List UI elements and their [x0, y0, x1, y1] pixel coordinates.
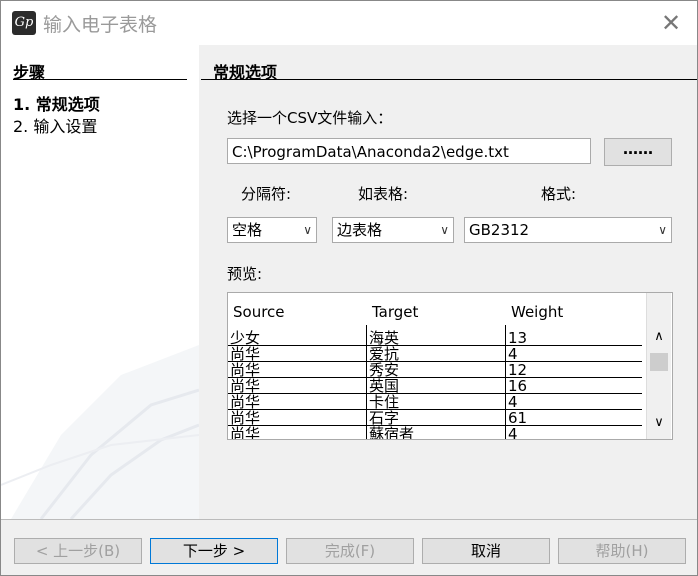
- scroll-down-arrow-icon[interactable]: ∨: [647, 415, 671, 435]
- preview-label: 预览:: [227, 265, 263, 283]
- column-header-source: Source: [233, 303, 285, 321]
- row-divider: [228, 361, 642, 362]
- table-cell: 4: [508, 345, 518, 363]
- format-label: 格式:: [541, 185, 577, 203]
- separator-select-value: 空格: [232, 221, 263, 239]
- close-button[interactable]: ✕: [653, 7, 689, 39]
- table-cell: 卡住: [369, 393, 400, 411]
- table-cell: 4: [508, 425, 518, 440]
- chevron-down-icon: ∨: [658, 223, 667, 237]
- cancel-button[interactable]: 取消: [422, 538, 550, 564]
- steps-panel: 步骤 1. 常规选项 2. 输入设置: [1, 45, 199, 519]
- finish-button[interactable]: 完成(F): [286, 538, 414, 564]
- table-cell: 尚华: [230, 425, 261, 440]
- steps-divider: [13, 79, 187, 80]
- column-header-target: Target: [372, 303, 419, 321]
- title-bar: Gp 输入电子表格 ✕: [1, 1, 697, 45]
- sheet-select[interactable]: 边表格 ∨: [332, 217, 454, 243]
- table-cell: 16: [508, 377, 528, 395]
- row-divider: [228, 345, 642, 346]
- sheet-label: 如表格:: [358, 185, 409, 203]
- scroll-thumb[interactable]: [650, 353, 668, 371]
- table-cell: 61: [508, 409, 528, 427]
- table-cell: 少女: [230, 329, 261, 347]
- csv-file-label: 选择一个CSV文件输入：: [227, 109, 393, 127]
- row-divider: [228, 377, 642, 378]
- scroll-up-arrow-icon[interactable]: ∧: [647, 329, 671, 349]
- table-cell: 秀安: [369, 361, 400, 379]
- next-button[interactable]: 下一步 >: [150, 538, 278, 564]
- column-header-weight: Weight: [511, 303, 564, 321]
- window-title: 输入电子表格: [43, 14, 158, 36]
- section-divider: [201, 79, 697, 80]
- table-cell: 尚华: [230, 409, 261, 427]
- column-divider: [366, 325, 367, 439]
- format-select-value: GB2312: [469, 221, 530, 239]
- table-cell: 石字: [369, 409, 400, 427]
- table-cell: 4: [508, 393, 518, 411]
- chevron-down-icon: ∨: [303, 223, 312, 237]
- app-logo-icon: Gp: [12, 11, 36, 35]
- separator-select[interactable]: 空格 ∨: [227, 217, 317, 243]
- format-select[interactable]: GB2312 ∨: [464, 217, 672, 243]
- general-options-panel: 常规选项 选择一个CSV文件输入： C:\ProgramData\Anacond…: [201, 45, 697, 519]
- row-divider: [228, 409, 642, 410]
- step-general-options: 1. 常规选项: [13, 95, 100, 114]
- chevron-down-icon: ∨: [440, 223, 449, 237]
- preview-scrollbar[interactable]: ∧ ∨: [646, 293, 671, 439]
- browse-button[interactable]: ……: [604, 138, 672, 166]
- table-cell: 蘇宿者: [369, 425, 415, 440]
- csv-path-input[interactable]: C:\ProgramData\Anaconda2\edge.txt: [227, 138, 591, 164]
- row-divider: [228, 393, 642, 394]
- sheet-select-value: 边表格: [337, 221, 383, 239]
- table-cell: 13: [508, 329, 528, 347]
- table-cell: 海英: [369, 329, 400, 347]
- table-cell: 尚华: [230, 377, 261, 395]
- table-cell: 12: [508, 361, 528, 379]
- preview-table: Source Target Weight 少女 海英 13 尚华 爱抗 4 尚华…: [227, 292, 673, 440]
- table-cell: 尚华: [230, 345, 261, 363]
- prev-button[interactable]: < 上一步(B): [14, 538, 142, 564]
- table-cell: 尚华: [230, 393, 261, 411]
- footer-divider: [1, 519, 697, 520]
- separator-label: 分隔符:: [241, 185, 292, 203]
- row-divider: [228, 425, 642, 426]
- dialog-window: Gp 输入电子表格 ✕ 步骤 1. 常规选项 2. 输入设置 常规选项 选择一个…: [0, 0, 698, 576]
- step-input-settings: 2. 输入设置: [13, 117, 98, 136]
- column-divider: [505, 325, 506, 439]
- table-cell: 尚华: [230, 361, 261, 379]
- table-cell: 爱抗: [369, 345, 400, 363]
- help-button[interactable]: 帮助(H): [558, 538, 686, 564]
- table-cell: 英国: [369, 377, 400, 395]
